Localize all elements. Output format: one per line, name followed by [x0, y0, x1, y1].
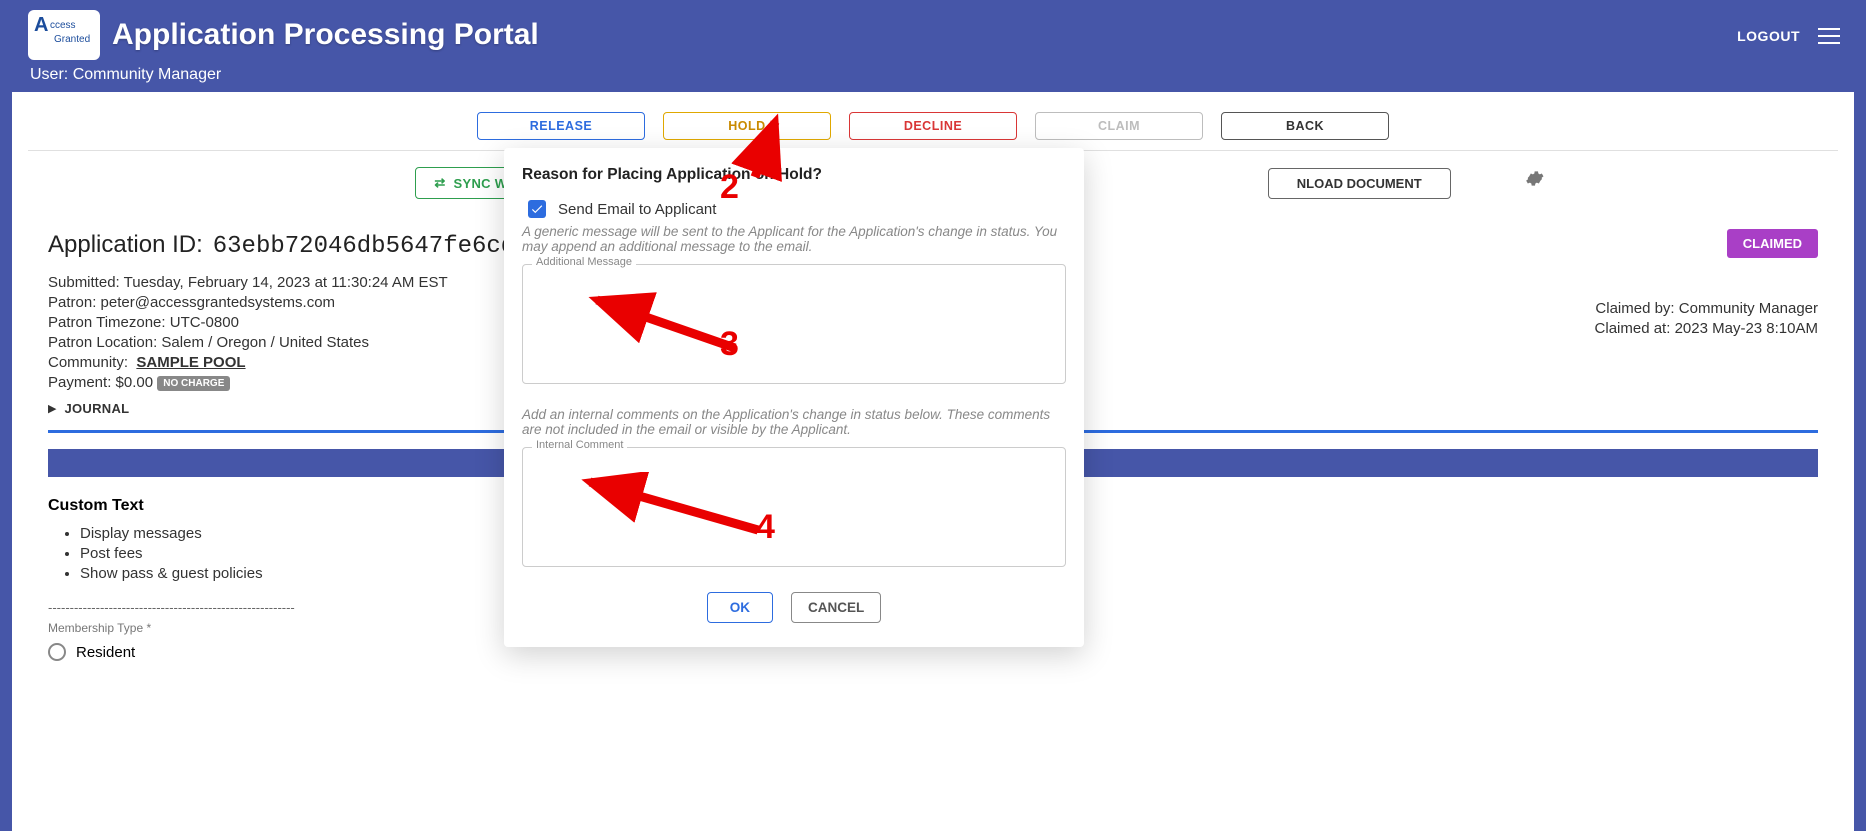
claim-button: CLAIM [1035, 112, 1203, 140]
additional-message-label: Additional Message [532, 256, 636, 268]
release-button[interactable]: RELEASE [477, 112, 645, 140]
decline-button[interactable]: DECLINE [849, 112, 1017, 140]
ok-button[interactable]: OK [707, 592, 773, 623]
status-badge: CLAIMED [1727, 229, 1818, 258]
internal-comment-input[interactable] [522, 447, 1066, 567]
app-logo: A ccess Granted [28, 10, 100, 60]
dialog-hint-1: A generic message will be sent to the Ap… [522, 224, 1066, 254]
claimed-info: Claimed by: Community Manager Claimed at… [1595, 297, 1818, 340]
internal-comment-label: Internal Comment [532, 439, 627, 451]
download-document-button[interactable]: NLOAD DOCUMENT [1268, 168, 1451, 199]
app-header: A ccess Granted Application Processing P… [0, 0, 1866, 92]
hold-reason-dialog: Reason for Placing Application on Hold? … [504, 148, 1084, 647]
dialog-hint-2: Add an internal comments on the Applicat… [522, 407, 1066, 437]
dialog-title: Reason for Placing Application on Hold? [522, 166, 1066, 184]
gear-icon[interactable] [1524, 169, 1544, 194]
action-bar: RELEASE HOLD DECLINE CLAIM BACK [28, 104, 1838, 151]
additional-message-input[interactable] [522, 264, 1066, 384]
logout-button[interactable]: LOGOUT [1737, 28, 1800, 44]
radio-icon[interactable] [48, 643, 66, 661]
community-link[interactable]: SAMPLE POOL [136, 354, 245, 371]
cancel-button[interactable]: CANCEL [791, 592, 881, 623]
menu-icon[interactable] [1818, 28, 1840, 44]
send-email-label: Send Email to Applicant [558, 201, 716, 218]
nocharge-badge: NO CHARGE [157, 376, 230, 391]
user-line: User: Community Manager [30, 66, 539, 84]
chevron-right-icon: ▶ [48, 402, 56, 415]
app-title: Application Processing Portal [112, 18, 539, 52]
swap-icon: ⇄ [434, 175, 445, 191]
send-email-checkbox[interactable] [528, 200, 546, 218]
back-button[interactable]: BACK [1221, 112, 1389, 140]
hold-button[interactable]: HOLD [663, 112, 831, 140]
